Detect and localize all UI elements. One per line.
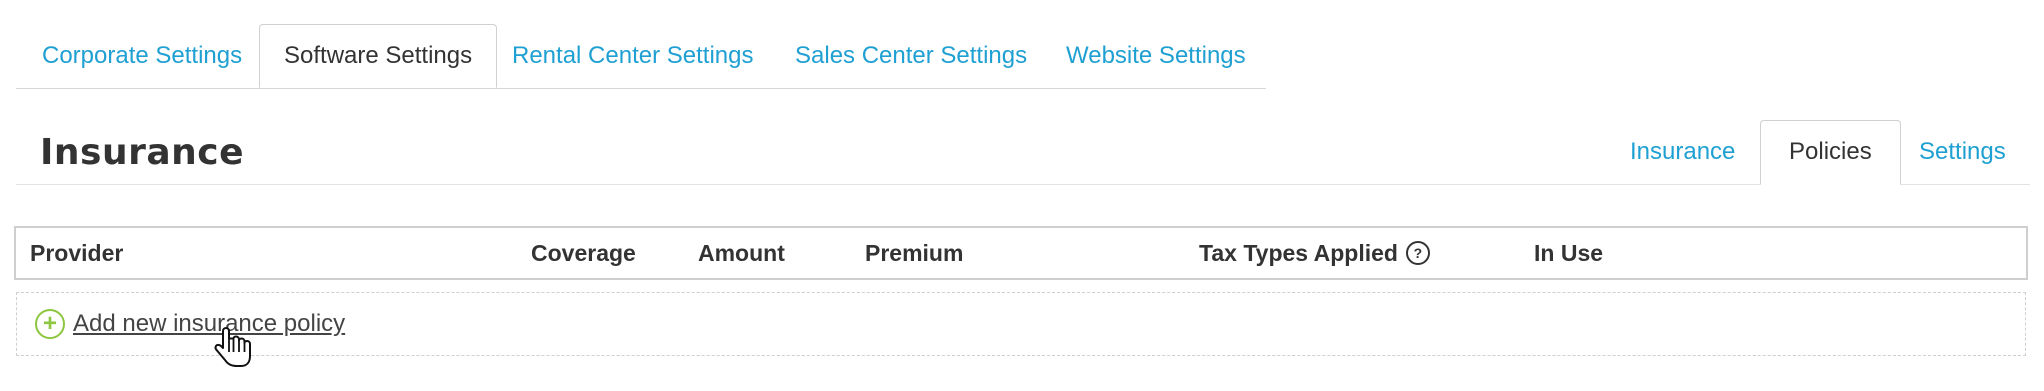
tab-settings[interactable]: Settings (1919, 120, 2006, 184)
tab-website-settings[interactable]: Website Settings (1066, 24, 1246, 88)
settings-tabs: Corporate Settings Software Settings Ren… (16, 24, 1266, 89)
tab-policies[interactable]: Policies (1760, 120, 1901, 185)
column-amount[interactable]: Amount (698, 228, 785, 278)
tab-sales-center-settings[interactable]: Sales Center Settings (795, 24, 1027, 88)
question-circle-icon[interactable]: ? (1405, 240, 1430, 265)
add-insurance-policy-button[interactable]: + Add new insurance policy (35, 307, 345, 341)
policies-table-header: Provider Coverage Amount Premium Tax Typ… (14, 226, 2028, 280)
column-premium[interactable]: Premium (865, 228, 963, 278)
plus-circle-icon[interactable]: + (35, 309, 65, 339)
column-in-use[interactable]: In Use (1534, 228, 1603, 278)
page-title: Insurance (40, 132, 245, 173)
column-coverage[interactable]: Coverage (531, 228, 636, 278)
tab-corporate-settings[interactable]: Corporate Settings (42, 24, 242, 88)
column-tax-types-applied[interactable]: Tax Types Applied? (1199, 228, 1430, 278)
add-insurance-policy-label[interactable]: Add new insurance policy (73, 310, 345, 338)
tab-insurance[interactable]: Insurance (1630, 120, 1735, 184)
tab-software-settings[interactable]: Software Settings (259, 24, 498, 88)
section-divider (16, 184, 2030, 185)
column-tax-types-applied-label: Tax Types Applied (1199, 240, 1398, 266)
tab-rental-center-settings[interactable]: Rental Center Settings (512, 24, 753, 88)
add-policy-row: + Add new insurance policy (16, 292, 2026, 356)
column-provider[interactable]: Provider (30, 228, 123, 278)
insurance-sub-tabs: Insurance Policies Settings (1604, 120, 2028, 185)
